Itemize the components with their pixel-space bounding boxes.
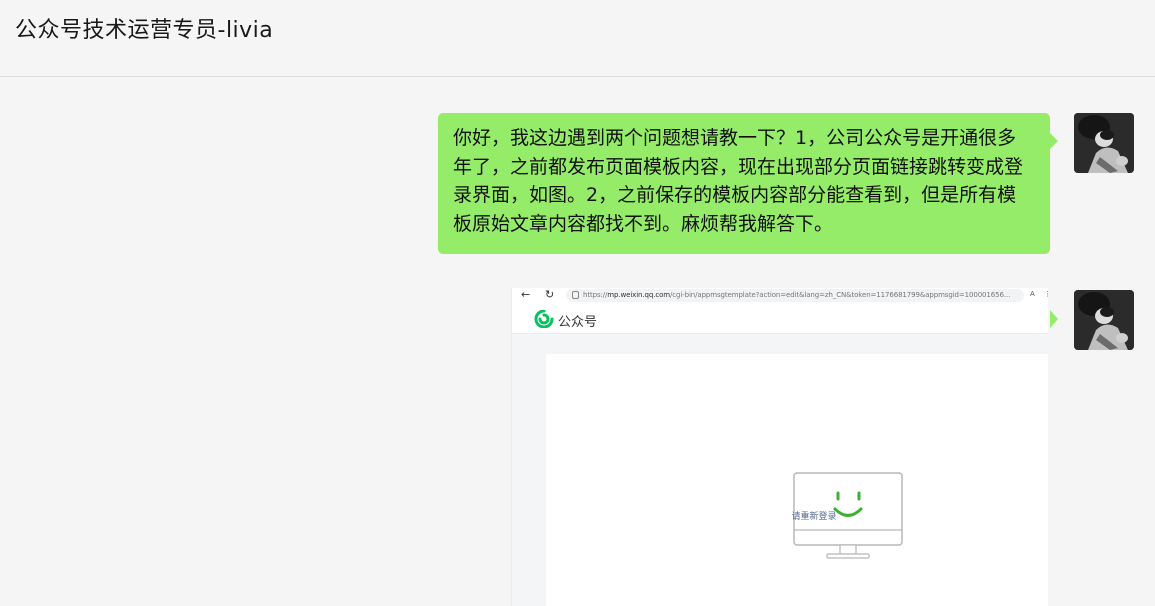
mp-app-header: 公众号 <box>512 304 1048 334</box>
back-arrow-icon: ← <box>521 288 531 301</box>
browser-address-bar: ← ↻ https://mp.weixin.qq.com/cgi-bin/app… <box>512 288 1048 304</box>
reader-mode-icon: A <box>1030 290 1035 298</box>
lock-icon <box>572 291 579 299</box>
avatar-image <box>1074 290 1134 350</box>
chat-header: 公众号技术运营专员-livia <box>0 0 1155 77</box>
mp-app-title: 公众号 <box>558 315 598 330</box>
user-avatar[interactable] <box>1074 290 1134 350</box>
login-link[interactable]: 登录 <box>819 512 837 522</box>
content-card <box>546 354 1048 606</box>
chat-title: 公众号技术运营专员-livia <box>15 18 274 43</box>
message-image-screenshot[interactable]: ← ↻ https://mp.weixin.qq.com/cgi-bin/app… <box>511 288 1048 606</box>
image-bubble-tail <box>1050 310 1058 328</box>
relogin-prompt: 请重新登录 <box>791 512 837 522</box>
user-avatar[interactable] <box>1074 113 1134 173</box>
message-bubble-text[interactable]: 你好，我这边遇到两个问题想请教一下？1，公司公众号是开通很多年了，之前都发布页面… <box>438 113 1058 254</box>
extension-icon: ⋮ <box>1044 290 1048 298</box>
reload-icon: ↻ <box>545 288 555 301</box>
avatar-image <box>1074 113 1134 173</box>
chat-area[interactable]: 你好，我这边遇到两个问题想请教一下？1，公司公众号是开通很多年了，之前都发布页面… <box>0 78 1155 606</box>
wechat-mp-logo-icon <box>534 310 554 328</box>
url-text: https://mp.weixin.qq.com/cgi-bin/appmsgt… <box>583 291 1011 299</box>
url-field: https://mp.weixin.qq.com/cgi-bin/appmsgt… <box>566 289 1024 302</box>
